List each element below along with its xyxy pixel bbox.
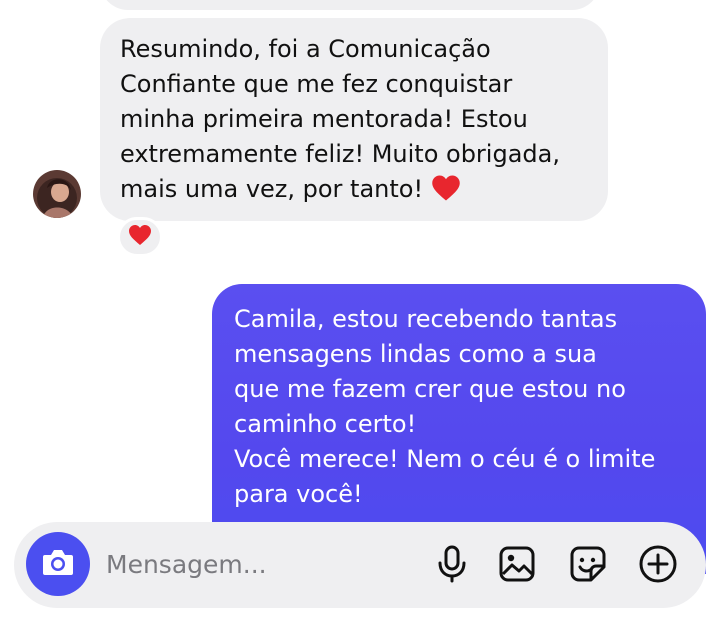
message-input[interactable]: Mensagem...	[106, 550, 267, 579]
microphone-button[interactable]	[432, 545, 472, 587]
incoming-message-bubble[interactable]: Resumindo, foi a Comunicação Confiante q…	[100, 18, 608, 221]
previous-message-bubble	[100, 0, 600, 10]
contact-avatar[interactable]	[33, 170, 81, 218]
heart-reaction-icon	[128, 224, 152, 250]
gallery-button[interactable]	[497, 546, 537, 586]
message-composer: Mensagem...	[14, 522, 706, 608]
camera-icon	[41, 547, 75, 581]
plus-icon	[638, 544, 678, 588]
sticker-button[interactable]	[568, 546, 608, 586]
microphone-icon	[437, 545, 467, 587]
incoming-message-text: Resumindo, foi a Comunicação Confiante q…	[120, 35, 560, 203]
outgoing-message-text: Camila, estou recebendo tantas mensagens…	[234, 305, 656, 508]
camera-button[interactable]	[26, 532, 90, 596]
image-icon	[498, 545, 536, 587]
heart-reaction-badge[interactable]	[117, 217, 163, 257]
sticker-icon	[569, 545, 607, 587]
heart-emoji-icon	[431, 174, 461, 212]
more-options-button[interactable]	[638, 544, 678, 588]
